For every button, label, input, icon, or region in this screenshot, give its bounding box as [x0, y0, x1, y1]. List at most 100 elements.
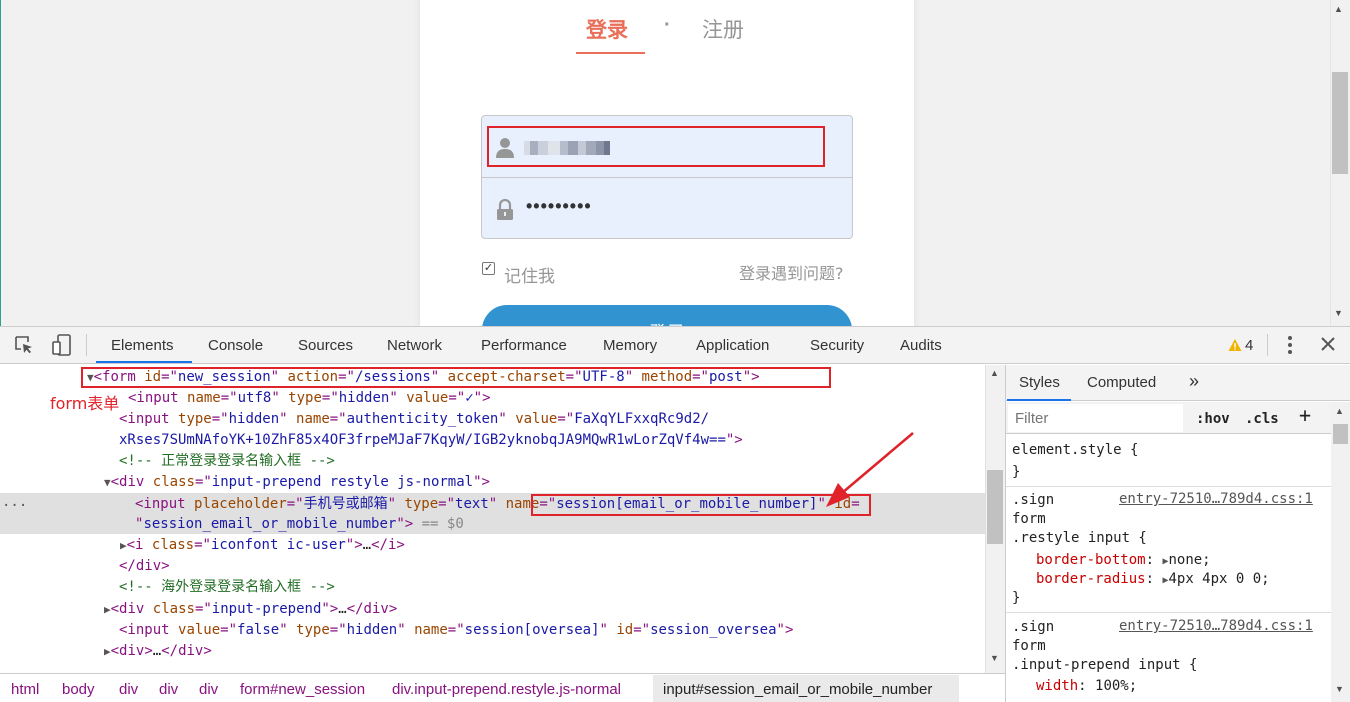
dom-node-line[interactable]: ▶<i class="iconfont ic-user">…</i> — [120, 535, 405, 556]
warning-count[interactable]: 4 — [1245, 337, 1253, 354]
css-property-name[interactable]: width — [1036, 678, 1078, 694]
styles-scroll-thumb[interactable] — [1333, 424, 1348, 444]
rule-selector[interactable]: .input-prepend input { — [1012, 656, 1197, 675]
dom-node-line[interactable]: ▼<div class="input-prepend restyle js-no… — [104, 472, 490, 493]
rule-selector[interactable]: form — [1012, 510, 1046, 529]
page-scroll-down-arrow[interactable]: ▼ — [1334, 308, 1343, 318]
dom-token: "> — [725, 432, 743, 448]
collapsed-triangle-icon[interactable]: ▶ — [104, 645, 111, 658]
hov-toggle[interactable]: :hov — [1196, 410, 1230, 429]
breadcrumb-item[interactable]: div.input-prepend.restyle.js-normal — [392, 681, 621, 698]
dom-token: =" — [321, 390, 339, 406]
dom-token: =" — [286, 496, 304, 512]
new-rule-plus-icon[interactable]: + — [1299, 405, 1311, 425]
warning-icon[interactable] — [1228, 338, 1242, 352]
tab-sources[interactable]: Sources — [298, 337, 353, 354]
element-style-selector[interactable]: element.style { — [1012, 441, 1138, 460]
rule-selector[interactable]: .restyle input { — [1012, 529, 1147, 548]
breadcrumb-item[interactable]: div — [119, 681, 138, 698]
css-colon: : — [1078, 678, 1096, 694]
dom-node-line[interactable]: <input type="hidden" name="authenticity_… — [119, 409, 709, 429]
remember-me-checkbox[interactable]: ✓ — [482, 262, 495, 275]
breadcrumb-item[interactable]: body — [62, 681, 95, 698]
rule-source-link[interactable]: entry-72510…789d4.css:1 — [1119, 491, 1313, 507]
elements-scroll-thumb[interactable] — [987, 470, 1003, 544]
annotation-form-note: form表单 — [50, 394, 120, 413]
css-property-value[interactable]: none; — [1168, 552, 1210, 568]
page-scroll-up-arrow[interactable]: ▲ — [1334, 4, 1343, 14]
selected-node-marker[interactable]: ... — [2, 494, 27, 510]
dom-node-line[interactable]: <!-- 海外登录登录名输入框 --> — [119, 577, 335, 597]
cls-toggle[interactable]: .cls — [1245, 410, 1279, 429]
dom-token: =" — [194, 474, 212, 490]
device-toolbar-icon[interactable] — [52, 334, 72, 356]
css-colon: : — [1145, 571, 1163, 587]
annotation-arrow-icon — [826, 432, 914, 507]
styles-filter-input[interactable] — [1008, 404, 1183, 432]
page-scroll-thumb[interactable] — [1332, 72, 1348, 174]
collapsed-triangle-icon[interactable]: ▶ — [120, 539, 127, 552]
tab-computed[interactable]: Computed — [1087, 374, 1156, 391]
tab-login[interactable]: 登录 — [586, 14, 628, 44]
inspect-element-icon[interactable] — [14, 335, 34, 355]
tab-elements[interactable]: Elements — [111, 337, 174, 354]
tab-performance[interactable]: Performance — [481, 337, 567, 354]
dom-node-line[interactable]: <input name="utf8" type="hidden" value="… — [128, 388, 491, 408]
collapsed-triangle-icon[interactable]: ▶ — [104, 603, 111, 616]
dom-token: FaXqYLFxxqRc9d2/ — [574, 411, 710, 427]
elements-scroll-up-arrow[interactable]: ▲ — [990, 368, 999, 378]
dom-node-line[interactable]: <!-- 正常登录登录名输入框 --> — [119, 451, 335, 471]
dom-token: </div> — [161, 643, 212, 659]
breadcrumb-item[interactable]: div — [199, 681, 218, 698]
tab-register[interactable]: 注册 — [702, 14, 744, 44]
tab-styles[interactable]: Styles — [1019, 374, 1060, 391]
breadcrumb-item[interactable]: html — [11, 681, 39, 698]
dom-token: $0 — [446, 516, 464, 532]
dom-token: <div — [110, 474, 153, 490]
expanded-triangle-icon[interactable]: ▼ — [104, 476, 111, 489]
rule-source-link[interactable]: entry-72510…789d4.css:1 — [1119, 618, 1313, 634]
password-field[interactable]: ••••••••• — [526, 196, 592, 217]
breadcrumb-item-active[interactable]: input#session_email_or_mobile_number — [663, 681, 932, 698]
rule-divider — [1006, 486, 1331, 487]
more-vert-icon[interactable] — [1282, 334, 1298, 356]
css-property[interactable]: border-bottom: ▶none; — [1036, 551, 1211, 571]
css-property-name[interactable]: border-radius — [1036, 571, 1146, 587]
css-property-value[interactable]: 4px 4px 0 0; — [1168, 571, 1269, 587]
dom-token: =" — [329, 622, 347, 638]
css-property[interactable]: width: 100%; — [1036, 677, 1137, 696]
tab-memory[interactable]: Memory — [603, 337, 657, 354]
breadcrumb-item[interactable]: div — [159, 681, 178, 698]
dom-token: class — [152, 601, 195, 617]
dom-token: </div> — [346, 601, 398, 617]
dom-node-line[interactable]: ▶<div class="input-prepend">…</div> — [104, 599, 397, 620]
tab-console[interactable]: Console — [208, 337, 263, 354]
dom-token: <i — [126, 537, 152, 553]
dom-node-line[interactable]: <input value="false" type="hidden" name=… — [119, 620, 793, 640]
dom-token: " — [387, 496, 405, 512]
styles-scroll-down-arrow[interactable]: ▼ — [1335, 684, 1344, 694]
login-trouble-link[interactable]: 登录遇到问题? — [739, 260, 844, 284]
elements-scroll-down-arrow[interactable]: ▼ — [990, 653, 999, 663]
more-tabs-chevron-icon[interactable]: » — [1189, 371, 1199, 392]
close-icon[interactable] — [1320, 336, 1336, 352]
dom-node-line[interactable]: </div> — [119, 556, 170, 576]
rule-selector[interactable]: .sign — [1012, 491, 1054, 510]
tab-network[interactable]: Network — [387, 337, 442, 354]
dom-token: <input — [135, 496, 195, 512]
dom-node-line[interactable]: xRses7SUmNAfoYK+10ZhF85x4OF3frpeMJaF7Kqy… — [119, 430, 743, 450]
dom-node-line[interactable]: ▶<div>…</div> — [104, 641, 212, 662]
css-property-value[interactable]: 100%; — [1095, 678, 1137, 694]
tab-application[interactable]: Application — [696, 337, 769, 354]
dom-node-line[interactable]: "session_email_or_mobile_number"> == $0 — [135, 514, 464, 534]
css-property[interactable]: border-radius: ▶4px 4px 0 0; — [1036, 570, 1270, 590]
dom-token: false — [237, 622, 280, 638]
tab-audits[interactable]: Audits — [900, 337, 942, 354]
rule-selector[interactable]: .sign — [1012, 618, 1054, 637]
styles-scrollbar[interactable] — [1331, 402, 1350, 702]
styles-scroll-up-arrow[interactable]: ▲ — [1335, 406, 1344, 416]
css-property-name[interactable]: border-bottom — [1036, 552, 1146, 568]
tab-security[interactable]: Security — [810, 337, 864, 354]
rule-selector[interactable]: form — [1012, 637, 1046, 656]
breadcrumb-item[interactable]: form#new_session — [240, 681, 365, 698]
